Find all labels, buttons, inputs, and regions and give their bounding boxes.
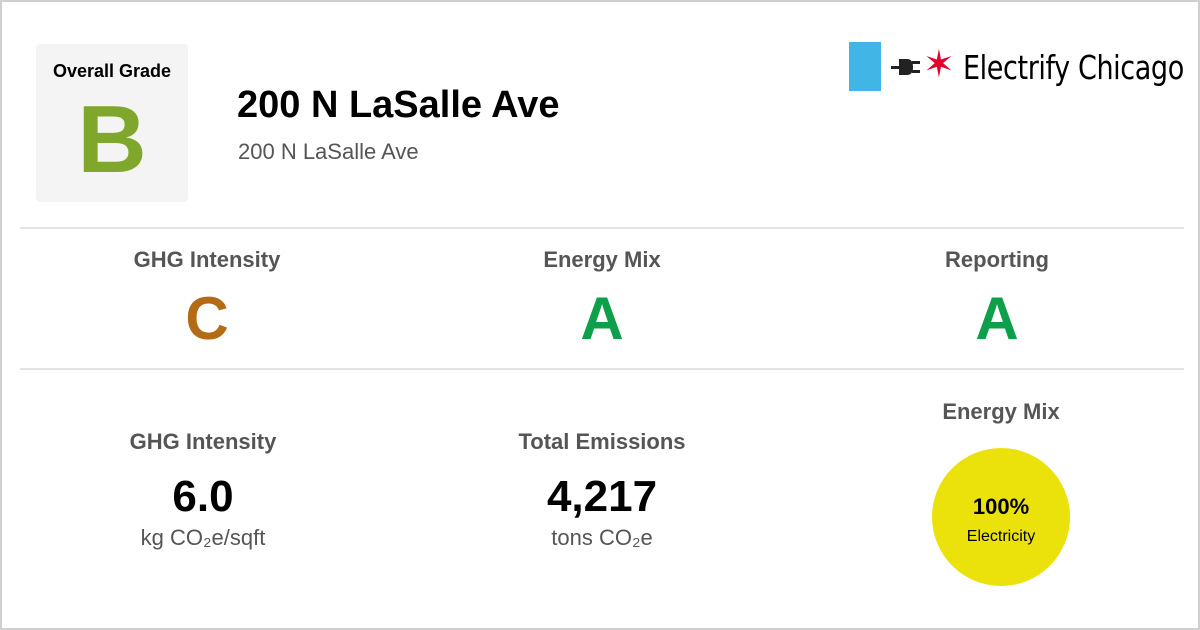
grade-value: C bbox=[185, 285, 229, 352]
metric-ghg-intensity: GHG Intensity 6.0 kg CO₂e/sqft bbox=[88, 429, 318, 551]
grade-label: Energy Mix bbox=[543, 247, 661, 272]
logo-text: Electrify Chicago bbox=[963, 48, 1184, 87]
pie-slice-category: Electricity bbox=[966, 528, 1036, 545]
grade-value: A bbox=[975, 285, 1019, 352]
divider bbox=[20, 227, 1184, 229]
overall-grade-label: Overall Grade bbox=[52, 61, 172, 81]
grade-label: GHG Intensity bbox=[133, 247, 281, 272]
energy-mix-pie-chart: 100% Electricity bbox=[932, 448, 1070, 586]
energy-mix-heading: Energy Mix bbox=[901, 399, 1101, 425]
metric-label: Total Emissions bbox=[518, 429, 686, 454]
grade-ghg-intensity: GHG Intensity C bbox=[107, 247, 307, 349]
chicago-flag-stripe bbox=[849, 42, 881, 91]
building-name: 200 N LaSalle Ave bbox=[237, 84, 560, 126]
pie-slice-label: 100% bbox=[972, 494, 1030, 519]
metric-unit: kg CO₂e/sqft bbox=[140, 525, 266, 550]
metric-value: 4,217 bbox=[546, 472, 658, 521]
grade-energy-mix: Energy Mix A bbox=[502, 247, 702, 349]
metric-label: GHG Intensity bbox=[129, 429, 277, 454]
building-address: 200 N LaSalle Ave bbox=[238, 139, 419, 164]
overall-grade-box: Overall Grade B bbox=[36, 44, 188, 202]
electrify-chicago-logo[interactable]: ✶ Electrify Chicago bbox=[849, 42, 1184, 92]
metric-total-emissions: Total Emissions 4,217 tons CO₂e bbox=[482, 429, 722, 551]
overall-grade-value: B bbox=[77, 86, 147, 193]
grade-value: A bbox=[580, 285, 624, 352]
plug-icon bbox=[891, 59, 920, 75]
divider bbox=[20, 368, 1184, 370]
chicago-star-icon: ✶ bbox=[923, 44, 955, 86]
metric-unit: tons CO₂e bbox=[551, 525, 653, 550]
grade-label: Reporting bbox=[945, 247, 1049, 272]
grade-reporting: Reporting A bbox=[897, 247, 1097, 349]
energy-mix-label: Energy Mix bbox=[942, 399, 1060, 424]
building-report-card: Overall Grade B 200 N LaSalle Ave 200 N … bbox=[0, 0, 1200, 630]
metric-value: 6.0 bbox=[172, 472, 234, 521]
